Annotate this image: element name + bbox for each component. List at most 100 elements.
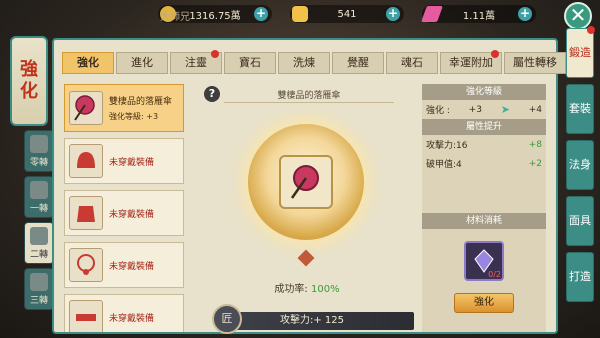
character-tab-label: 二轉 [29,250,48,260]
material-count: 0/2 [488,270,501,279]
side-tab-mask[interactable]: 面具 [566,196,594,246]
side-tab-craft[interactable]: 打造 [566,252,594,302]
enhance-button[interactable]: 強化 [454,293,514,313]
tab-infuse[interactable]: 注靈 [170,50,222,74]
umbrella-icon [279,155,333,209]
player-name: 大師兄 [160,12,190,23]
helmet-icon [69,144,103,178]
currency-feather: 1.11萬 + [421,5,536,23]
side-tab-forge[interactable]: 鍛造 [566,26,595,78]
character-tabs: 零轉 一轉 二轉 三轉 [24,130,54,314]
side-tab-dharma[interactable]: 法身 [566,140,594,190]
success-value: 100% [310,284,340,295]
side-tab-label: 鍛造 [569,46,591,59]
ornament-icon [297,249,315,267]
tab-attribute-transfer[interactable]: 屬性轉移 [504,52,566,74]
avatar [30,135,48,153]
ingot-icon [292,6,308,22]
attribute-bonus: +8 [528,139,542,150]
armor-icon [69,196,103,230]
currency-value: 1316.75萬 [189,10,241,22]
equipment-name: 未穿戴裝備 [109,209,155,220]
craftsman-icon: 匠 [212,304,242,334]
avatar [30,181,48,199]
feather-icon [421,6,443,22]
list-item[interactable]: 未穿戴裝備 [64,242,184,288]
notification-dot [211,50,219,58]
character-tab-label: 零轉 [29,158,48,168]
side-tab-label: 法身 [569,158,591,171]
side-tab-label: 打造 [569,270,591,283]
enhance-level-row: 強化 : +3 ➤ +4 [422,100,546,119]
attribute-bonus: +2 [528,158,542,169]
tab-label: 幸運附加 [449,56,493,69]
umbrella-icon [69,91,103,125]
avatar [30,273,48,291]
title-char: 強 [20,59,38,80]
currency-value: 1.11萬 [462,10,496,22]
list-item[interactable]: 未穿戴裝備 [64,138,184,184]
item-name: 雙棲品的落雁傘 [224,88,394,103]
notification-dot [491,50,499,58]
tab-soulstone[interactable]: 魂石 [386,52,438,74]
equipment-list: 雙棲品的落雁傘 強化等級: +3 未穿戴裝備 未穿戴裝備 未穿戴裝備 未穿戴裝備 [64,84,188,332]
character-tab-label: 一轉 [29,204,48,214]
notification-dot [587,26,595,34]
forge-panel: 強化 進化 注靈 寶石 洗煉 覺醒 魂石 幸運附加 屬性轉移 雙棲品的落雁傘 強… [52,38,566,334]
side-tabs: 鍛造 套裝 法身 面具 打造 [566,26,596,308]
stats-panel: 強化等級 強化 : +3 ➤ +4 屬性提升 攻擊力:16 +8 破甲值:4 +… [422,84,546,332]
attribute-label: 攻擊力:16 [426,141,468,151]
list-item[interactable]: 雙棲品的落雁傘 強化等級: +3 [64,84,184,132]
add-feather-button[interactable]: + [518,7,532,21]
character-tab-2[interactable]: 二轉 [24,222,54,264]
currency-ingot: 541 + [290,5,404,23]
success-label: 成功率: [274,284,308,295]
equipment-name: 未穿戴裝備 [109,261,155,272]
tab-label: 注靈 [185,56,207,69]
tab-gem[interactable]: 寶石 [224,52,276,74]
material-header: 材料消耗 [422,213,546,229]
attribute-row: 破甲值:4 +2 [422,154,546,173]
equipment-name: 未穿戴裝備 [109,313,155,324]
character-tab-label: 三轉 [29,296,48,306]
tab-enhance[interactable]: 強化 [62,52,114,74]
necklace-icon [69,248,103,282]
enhance-level-header: 強化等級 [422,84,546,100]
page-title: 強 化 [10,36,48,126]
enhance-preview: ? 雙棲品的落雁傘 成功率: 100% 攻擊力:+ 125 匠 [200,84,414,334]
list-item[interactable]: 未穿戴裝備 [64,294,184,332]
currency-value: 541 [337,8,357,20]
function-tabs: 強化 進化 注靈 寶石 洗煉 覺醒 魂石 幸運附加 屬性轉移 [62,50,566,74]
success-rate: 成功率: 100% [200,280,414,295]
material-slot[interactable]: 0/2 [464,241,504,281]
equipment-name: 未穿戴裝備 [109,157,155,168]
side-tab-set[interactable]: 套裝 [566,84,594,134]
equipment-name: 雙棲品的落雁傘 [109,97,173,107]
character-tab-3[interactable]: 三轉 [24,268,54,310]
enhance-from: +3 [468,104,482,115]
tab-evolve[interactable]: 進化 [116,52,168,74]
tab-luck-bonus[interactable]: 幸運附加 [440,50,502,74]
arrow-right-icon: ➤ [500,103,510,116]
attribute-label: 破甲值:4 [426,160,462,170]
title-char: 化 [20,81,38,102]
equipment-level: 強化等級: +3 [109,112,159,121]
tab-awaken[interactable]: 覺醒 [332,52,384,74]
character-tab-0[interactable]: 零轉 [24,130,54,172]
enhance-label: 強化 : [426,106,450,116]
avatar [30,227,48,245]
attribute-row: 攻擊力:16 +8 [422,135,546,154]
attribute-header: 屬性提升 [422,119,546,135]
help-button[interactable]: ? [204,86,220,102]
belt-icon [69,300,103,332]
add-ingot-button[interactable]: + [386,7,400,21]
add-gold-button[interactable]: + [254,7,268,21]
attack-bar: 攻擊力:+ 125 [224,312,414,330]
side-tab-label: 面具 [569,214,591,227]
enhance-to: +4 [528,104,542,115]
tab-refine[interactable]: 洗煉 [278,52,330,74]
character-tab-1[interactable]: 一轉 [24,176,54,218]
top-bar: 大師兄 1316.75萬 + 541 + 1.11萬 + [0,0,600,28]
side-tab-label: 套裝 [569,102,591,115]
list-item[interactable]: 未穿戴裝備 [64,190,184,236]
